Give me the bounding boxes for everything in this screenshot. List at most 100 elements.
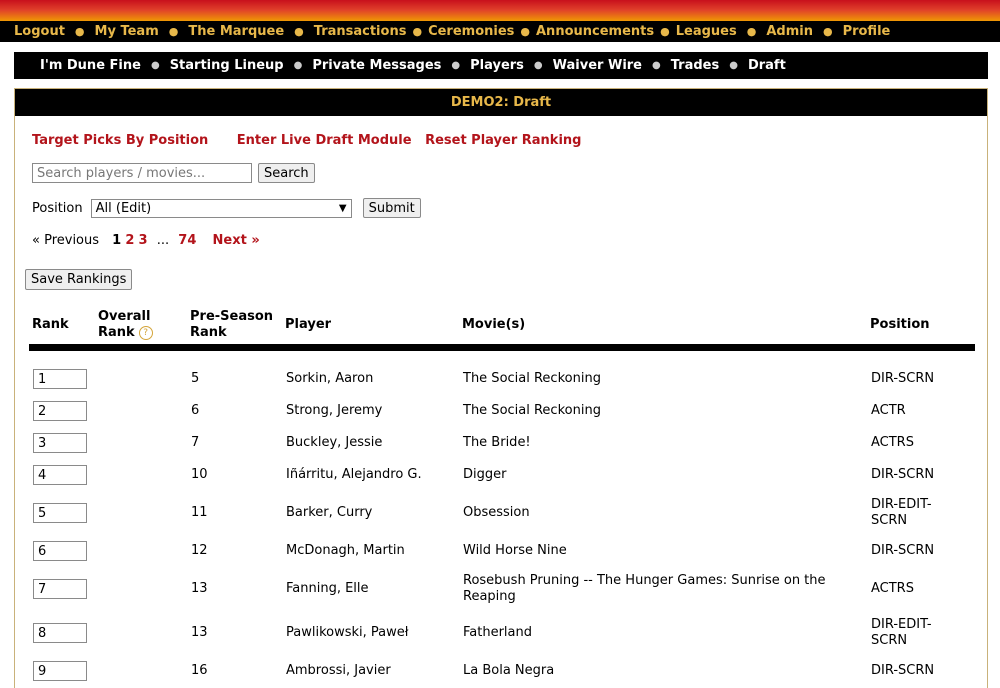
header-overall-rank: Overall Rank? bbox=[98, 309, 153, 341]
position-cell: DIR-SCRN bbox=[871, 467, 935, 482]
pager-previous[interactable]: « Previous bbox=[32, 233, 99, 248]
player-cell: Fanning, Elle bbox=[286, 581, 369, 596]
position-select-value: All (Edit) bbox=[95, 200, 152, 216]
table-row: 6 12 McDonagh, Martin Wild Horse Nine DIR-SC… bbox=[29, 535, 975, 567]
subnav-players[interactable]: Players bbox=[470, 58, 524, 73]
pager-page-3[interactable]: 3 bbox=[139, 233, 148, 248]
preseason-rank-cell: 13 bbox=[191, 625, 208, 640]
chevron-down-icon: ▼ bbox=[338, 202, 347, 214]
reset-ranking-link[interactable]: Reset Player Ranking bbox=[425, 133, 581, 148]
preseason-rank-cell: 5 bbox=[191, 371, 200, 386]
pager-ellipsis: ... bbox=[156, 233, 170, 248]
movie-cell: Wild Horse Nine bbox=[463, 543, 567, 558]
search-row: Search bbox=[32, 163, 315, 183]
header-overall-line1: Overall bbox=[98, 309, 151, 324]
nav-ceremonies[interactable]: Ceremonies bbox=[428, 24, 514, 39]
movie-cell: Obsession bbox=[463, 505, 530, 520]
table-row: 3 7 Buckley, Jessie The Bride! ACTRS bbox=[29, 427, 975, 459]
rank-input[interactable]: 4 bbox=[33, 465, 87, 485]
sub-nav: I'm Dune Fine ● Starting Lineup ● Privat… bbox=[14, 52, 988, 79]
pagination: « Previous 1 2 3 ... 74 Next » bbox=[32, 233, 260, 248]
subnav-separator-dot: ● bbox=[729, 60, 738, 71]
pager-current-page: 1 bbox=[112, 233, 122, 248]
position-cell: ACTRS bbox=[871, 581, 914, 596]
subnav-draft[interactable]: Draft bbox=[748, 58, 786, 73]
header-rank: Rank bbox=[32, 317, 69, 332]
movie-cell: Fatherland bbox=[463, 625, 532, 640]
position-cell: DIR-SCRN bbox=[871, 543, 935, 558]
rank-input[interactable]: 9 bbox=[33, 661, 87, 681]
movie-cell: Rosebush Pruning -- The Hunger Games: Su… bbox=[463, 573, 826, 604]
panel-title: DEMO2: Draft bbox=[15, 89, 987, 116]
subnav-starting-lineup[interactable]: Starting Lineup bbox=[170, 58, 284, 73]
nav-separator-dot: ● bbox=[822, 25, 833, 38]
subnav-separator-dot: ● bbox=[652, 60, 661, 71]
table-header: Rank Overall Rank? Pre-Season Rank Playe… bbox=[29, 309, 975, 351]
table-row: 7 13 Fanning, Elle Rosebush Pruning -- The … bbox=[29, 567, 975, 611]
nav-the-marquee[interactable]: The Marquee bbox=[188, 24, 284, 39]
pager-page-2[interactable]: 2 bbox=[125, 233, 134, 248]
player-cell: Iñárritu, Alejandro G. bbox=[286, 467, 422, 482]
nav-profile[interactable]: Profile bbox=[843, 24, 891, 39]
preseason-rank-cell: 11 bbox=[191, 505, 208, 520]
movie-cell: The Bride! bbox=[463, 435, 531, 450]
header-position: Position bbox=[870, 317, 930, 332]
rank-input[interactable]: 7 bbox=[33, 579, 87, 599]
movie-cell: The Social Reckoning bbox=[463, 403, 601, 418]
header-preseason-rank: Pre-Season Rank bbox=[190, 309, 273, 341]
table-row: 4 10 Iñárritu, Alejandro G. Digger DIR-SCRN bbox=[29, 459, 975, 491]
header-overall-line2: Rank bbox=[98, 325, 135, 340]
subnav-trades[interactable]: Trades bbox=[671, 58, 719, 73]
draft-panel: DEMO2: Draft Target Picks By Position En… bbox=[14, 88, 988, 688]
nav-leagues[interactable]: Leagues bbox=[676, 24, 737, 39]
main-nav: Logout ● My Team ● The Marquee ● Transac… bbox=[0, 21, 1000, 42]
nav-admin[interactable]: Admin bbox=[766, 24, 813, 39]
rank-input[interactable]: 8 bbox=[33, 623, 87, 643]
rank-input[interactable]: 3 bbox=[33, 433, 87, 453]
rank-input[interactable]: 1 bbox=[33, 369, 87, 389]
top-gradient-band bbox=[0, 0, 1000, 22]
subnav-team-name[interactable]: I'm Dune Fine bbox=[40, 58, 141, 73]
subnav-waiver-wire[interactable]: Waiver Wire bbox=[553, 58, 642, 73]
movie-cell: The Social Reckoning bbox=[463, 371, 601, 386]
pager-last-page[interactable]: 74 bbox=[178, 233, 196, 248]
panel-links: Target Picks By Position Enter Live Draf… bbox=[32, 133, 581, 148]
search-input[interactable] bbox=[32, 163, 252, 183]
preseason-rank-cell: 10 bbox=[191, 467, 208, 482]
table-body: 1 5 Sorkin, Aaron The Social Reckoning DIR-S… bbox=[29, 363, 975, 687]
table-row: 9 16 Ambrossi, Javier La Bola Negra DIR-SCRN bbox=[29, 655, 975, 687]
search-button[interactable]: Search bbox=[258, 163, 315, 183]
subnav-separator-dot: ● bbox=[150, 60, 160, 71]
preseason-rank-cell: 7 bbox=[191, 435, 200, 450]
position-filter-row: Position All (Edit) ▼ Submit bbox=[32, 198, 421, 218]
nav-my-team[interactable]: My Team bbox=[95, 24, 159, 39]
player-cell: Sorkin, Aaron bbox=[286, 371, 374, 386]
header-player: Player bbox=[285, 317, 332, 332]
submit-button[interactable]: Submit bbox=[362, 198, 421, 218]
subnav-separator-dot: ● bbox=[293, 60, 303, 71]
header-preseason-line1: Pre-Season bbox=[190, 309, 274, 324]
movie-cell: Digger bbox=[463, 467, 507, 482]
nav-separator-dot: ● bbox=[168, 25, 179, 38]
help-icon[interactable]: ? bbox=[138, 325, 153, 340]
table-row: 2 6 Strong, Jeremy The Social Reckoning ACTR bbox=[29, 395, 975, 427]
nav-logout[interactable]: Logout bbox=[14, 24, 65, 39]
rank-input[interactable]: 2 bbox=[33, 401, 87, 421]
player-cell: Pawlikowski, Paweł bbox=[286, 625, 409, 640]
player-cell: Ambrossi, Javier bbox=[286, 663, 391, 678]
header-preseason-line2: Rank bbox=[190, 325, 227, 340]
subnav-separator-dot: ● bbox=[533, 60, 543, 71]
pager-next[interactable]: Next » bbox=[213, 233, 260, 248]
movie-cell: La Bola Negra bbox=[463, 663, 555, 678]
save-rankings-button[interactable]: Save Rankings bbox=[25, 269, 133, 290]
rank-input[interactable]: 6 bbox=[33, 541, 87, 561]
rank-input[interactable]: 5 bbox=[33, 503, 87, 523]
nav-transactions[interactable]: Transactions bbox=[314, 24, 407, 39]
position-select[interactable]: All (Edit) ▼ bbox=[90, 198, 352, 218]
preseason-rank-cell: 16 bbox=[191, 663, 208, 678]
nav-separator-dot: ● bbox=[412, 25, 423, 38]
nav-announcements[interactable]: Announcements bbox=[536, 24, 654, 39]
live-draft-link[interactable]: Enter Live Draft Module bbox=[237, 133, 412, 148]
target-picks-link[interactable]: Target Picks By Position bbox=[32, 133, 208, 148]
subnav-private-messages[interactable]: Private Messages bbox=[312, 58, 441, 73]
